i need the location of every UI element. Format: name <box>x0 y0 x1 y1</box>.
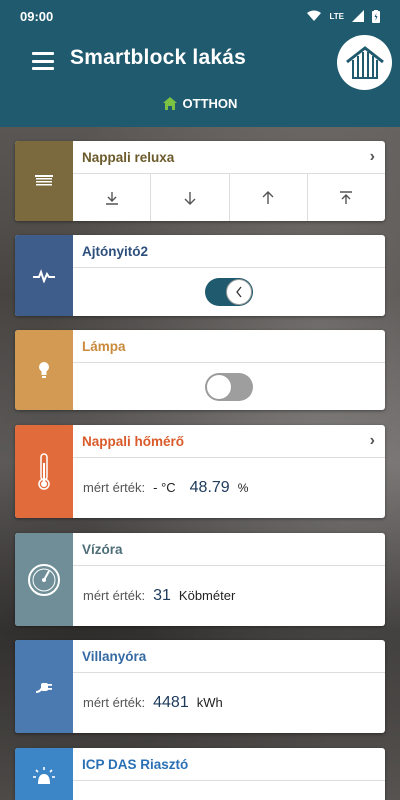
app-logo[interactable] <box>337 35 392 90</box>
power-value: 4481 <box>153 694 189 711</box>
blinds-up-full-button[interactable] <box>308 174 385 221</box>
measurement-row: mért érték: - °C 48.79 % <box>73 479 385 497</box>
card-title: Ajtónyitó2 <box>82 243 148 259</box>
blinds-up-button[interactable] <box>230 174 308 221</box>
app-bar: Smartblock lakás OTTHON <box>0 32 400 127</box>
card-title: Nappali reluxa <box>82 149 175 165</box>
bulb-icon <box>39 362 49 378</box>
breadcrumb-label: OTTHON <box>182 96 238 111</box>
humidity-unit: % <box>237 481 249 495</box>
lamp-toggle[interactable] <box>205 372 253 401</box>
power-unit: kWh <box>196 695 223 710</box>
card-header[interactable]: Vízóra <box>73 533 385 566</box>
card-side <box>15 533 73 626</box>
card-side <box>15 235 73 316</box>
card-header[interactable]: Nappali hőmérő › <box>73 425 385 458</box>
card-header[interactable]: Nappali reluxa › <box>73 141 385 174</box>
water-unit: Köbméter <box>178 588 236 603</box>
menu-icon-bar <box>32 67 54 70</box>
blinds-down-button[interactable] <box>151 174 230 221</box>
card-side <box>15 425 73 518</box>
alarm-icon <box>33 767 55 784</box>
blinds-down-full-button[interactable] <box>73 174 152 221</box>
device-list[interactable]: Nappali reluxa › Ajtónyitó2 Lámpa Nappal… <box>0 127 400 800</box>
building-logo-icon <box>345 45 384 79</box>
measurement-label: mért érték: <box>83 588 146 603</box>
card-header[interactable]: Ajtónyitó2 <box>73 235 385 268</box>
card-header[interactable]: Villanyóra <box>73 640 385 673</box>
app-title: Smartblock lakás <box>70 46 246 69</box>
toggle-knob <box>226 279 252 305</box>
arrow-up-to-line-icon <box>340 190 353 204</box>
signal-icon <box>352 10 364 22</box>
menu-icon-bar <box>32 59 54 63</box>
card-title: ICP DAS Riasztó <box>82 756 189 772</box>
card-title: Lámpa <box>82 338 126 354</box>
door-opener-toggle[interactable] <box>205 278 253 306</box>
breadcrumb[interactable]: OTTHON <box>0 96 400 111</box>
card-side <box>15 640 73 733</box>
chevron-right-icon[interactable]: › <box>370 432 375 450</box>
toggle-knob <box>206 373 232 400</box>
device-card-thermometer: Nappali hőmérő › mért érték: - °C 48.79 … <box>15 425 385 518</box>
status-bar: 09:00 LTE <box>0 0 400 32</box>
card-side <box>15 141 73 221</box>
measurement-label: mért érték: <box>83 695 146 710</box>
home-icon <box>162 97 177 110</box>
device-card-alarm: ICP DAS Riasztó <box>15 748 385 800</box>
card-title: Vízóra <box>82 541 123 557</box>
device-card-power-meter: Villanyóra mért érték: 4481 kWh <box>15 640 385 733</box>
card-header[interactable]: ICP DAS Riasztó <box>73 748 385 781</box>
device-card-lamp: Lámpa <box>15 330 385 410</box>
wifi-icon <box>307 10 322 21</box>
card-side <box>15 330 73 410</box>
thermometer-icon <box>38 452 50 490</box>
arrow-up-icon <box>262 190 274 204</box>
card-side <box>15 748 73 800</box>
device-card-blinds: Nappali reluxa › <box>15 141 385 221</box>
measurement-label: mért érték: <box>83 480 146 495</box>
device-card-door-opener: Ajtónyitó2 <box>15 235 385 316</box>
measurement-row: mért érték: 31 Köbméter <box>73 587 385 605</box>
network-type: LTE <box>329 11 344 21</box>
battery-icon <box>372 9 380 23</box>
measurement-row: mért érték: 4481 kWh <box>73 694 385 712</box>
humidity-value: 48.79 <box>189 479 230 496</box>
status-time: 09:00 <box>20 8 54 24</box>
plug-icon <box>35 682 52 693</box>
menu-icon-bar <box>32 52 54 55</box>
arrow-down-to-line-icon <box>105 191 118 205</box>
temperature-value: - °C <box>153 480 176 495</box>
card-header[interactable]: Lámpa <box>73 330 385 363</box>
blinds-icon <box>35 175 53 186</box>
pulse-icon <box>33 268 55 283</box>
gauge-icon <box>28 563 60 596</box>
device-card-water-meter: Vízóra mért érték: 31 Köbméter <box>15 533 385 626</box>
card-title: Nappali hőmérő <box>82 433 185 449</box>
card-title: Villanyóra <box>82 648 147 664</box>
chevron-right-icon[interactable]: › <box>370 148 375 166</box>
water-value: 31 <box>153 587 171 604</box>
chevron-left-icon <box>236 286 242 298</box>
menu-button[interactable] <box>32 52 54 70</box>
arrow-down-icon <box>184 191 196 205</box>
